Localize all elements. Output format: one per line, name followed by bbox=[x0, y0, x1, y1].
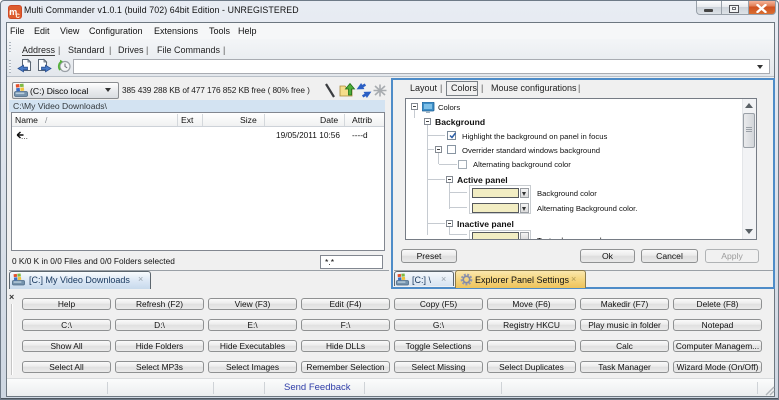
svg-text:c: c bbox=[16, 11, 21, 19]
